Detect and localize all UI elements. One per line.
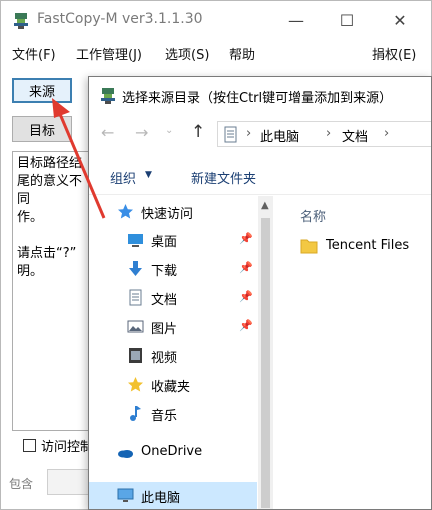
breadcrumb-documents[interactable]: 文档 [342, 126, 368, 145]
nav-item-music[interactable]: 音乐 [89, 400, 257, 427]
nav-item-documents[interactable]: 文档 📌 [89, 284, 257, 311]
menu-file[interactable]: 文件(F) [12, 44, 56, 63]
music-icon [130, 406, 141, 421]
include-input[interactable] [47, 469, 89, 495]
nav-item-label: 此电脑 [141, 491, 181, 506]
nav-item-label: 图片 [151, 322, 178, 337]
up-arrow-icon[interactable]: ↑ [191, 122, 205, 142]
pin-icon[interactable]: 📌 [239, 232, 253, 245]
nav-item-this-pc[interactable]: 此电脑 [89, 482, 257, 509]
onedrive-icon [118, 450, 133, 458]
column-header-name[interactable]: 名称 [300, 206, 326, 225]
menu-help[interactable]: 帮助 [229, 44, 255, 63]
acl-label: 访问控制 [41, 440, 94, 455]
scroll-up-icon[interactable]: ▲ [261, 200, 269, 211]
pin-icon[interactable]: 📌 [239, 319, 253, 332]
pin-icon[interactable]: 📌 [239, 261, 253, 274]
star-icon [118, 204, 133, 219]
nav-item-quick-access[interactable]: 快速访问 [89, 198, 257, 225]
fastcopy-app-icon [101, 88, 115, 104]
nav-item-pictures[interactable]: 图片 📌 [89, 313, 257, 340]
address-bar[interactable]: › 此电脑 › 文档 › [217, 121, 431, 147]
pin-icon[interactable]: 📌 [239, 290, 253, 303]
description-text: 目标路径结尾的意义不同 作。 请点击“?” 明。 [12, 151, 92, 431]
include-label: 包含 [9, 477, 34, 491]
navigation-scrollbar[interactable]: ▲ [258, 196, 273, 509]
dialog-titlebar: 选择来源目录（按住Ctrl键可增量添加到来源） [89, 77, 431, 113]
menu-job-management[interactable]: 工作管理(J) [76, 44, 142, 63]
breadcrumb-this-pc[interactable]: 此电脑 [260, 126, 299, 145]
maximize-button[interactable]: ☐ [324, 5, 370, 35]
nav-item-label: 音乐 [151, 409, 178, 424]
breadcrumb-separator[interactable]: › [326, 126, 331, 141]
close-button[interactable]: ✕ [377, 5, 423, 35]
desktop-icon [128, 234, 143, 247]
scroll-thumb[interactable] [261, 218, 270, 508]
nav-item-videos[interactable]: 视频 [89, 342, 257, 369]
new-folder-button[interactable]: 新建文件夹 [191, 168, 256, 187]
dialog-title: 选择来源目录（按住Ctrl键可增量添加到来源） [122, 91, 393, 106]
nav-item-label: 下载 [151, 264, 178, 279]
menu-donate[interactable]: 捐权(E) [372, 44, 416, 63]
organize-button[interactable]: 组织 [110, 168, 136, 187]
file-list-pane: 名称 Tencent Files [274, 196, 431, 509]
folder-icon [300, 239, 318, 254]
destination-button[interactable]: 目标 [12, 116, 72, 142]
description-content: 目标路径结尾的意义不同 作。 请点击“?” 明。 [17, 156, 83, 279]
document-icon [129, 289, 142, 306]
command-bar: 组织 ▼ 新建文件夹 [89, 159, 431, 195]
main-titlebar: FastCopy-M ver3.1.1.30 — ☐ ✕ [1, 1, 431, 39]
source-button[interactable]: 来源 [12, 78, 72, 103]
nav-item-downloads[interactable]: 下载 📌 [89, 255, 257, 282]
download-icon [129, 261, 142, 276]
nav-item-favorites[interactable]: 收藏夹 [89, 371, 257, 398]
breadcrumb-separator[interactable]: › [384, 126, 389, 141]
minimize-button[interactable]: — [273, 5, 319, 35]
video-icon [129, 348, 142, 363]
list-item[interactable]: Tencent Files [300, 234, 430, 260]
nav-item-label: 收藏夹 [151, 380, 191, 395]
nav-item-label: 文档 [151, 293, 178, 308]
nav-item-desktop[interactable]: 桌面 📌 [89, 226, 257, 253]
document-location-icon [224, 126, 237, 143]
chevron-down-icon[interactable]: ▼ [145, 170, 152, 180]
back-arrow-icon[interactable]: ← [101, 123, 114, 142]
recent-locations-icon[interactable]: ⌄ [165, 125, 173, 136]
navigation-bar: ← → ⌄ ↑ › 此电脑 › 文档 › [89, 117, 431, 151]
main-menubar: 文件(F) 工作管理(J) 选项(S) 帮助 捐权(E) [1, 41, 431, 65]
picture-icon [127, 320, 144, 333]
nav-item-label: OneDrive [141, 444, 203, 459]
app-title: FastCopy-M ver3.1.1.30 [37, 11, 203, 27]
fastcopy-app-icon [14, 13, 28, 29]
nav-item-label: 桌面 [151, 235, 178, 250]
nav-item-label: 快速访问 [141, 207, 194, 222]
nav-item-label: 视频 [151, 351, 178, 366]
computer-icon [117, 488, 134, 502]
nav-item-onedrive[interactable]: OneDrive [89, 439, 257, 466]
forward-arrow-icon[interactable]: → [135, 123, 148, 142]
breadcrumb-separator[interactable]: › [246, 126, 251, 141]
select-source-dialog: 选择来源目录（按住Ctrl键可增量添加到来源） ← → ⌄ ↑ › 此电脑 › … [88, 76, 432, 510]
favorites-icon [128, 377, 143, 392]
navigation-pane: 快速访问 桌面 📌 下载 📌 文档 📌 图片 📌 视频 收藏夹 音乐 OneDr… [89, 196, 273, 509]
menu-options[interactable]: 选项(S) [165, 44, 209, 63]
acl-checkbox[interactable] [23, 439, 36, 452]
file-name: Tencent Files [326, 238, 410, 253]
